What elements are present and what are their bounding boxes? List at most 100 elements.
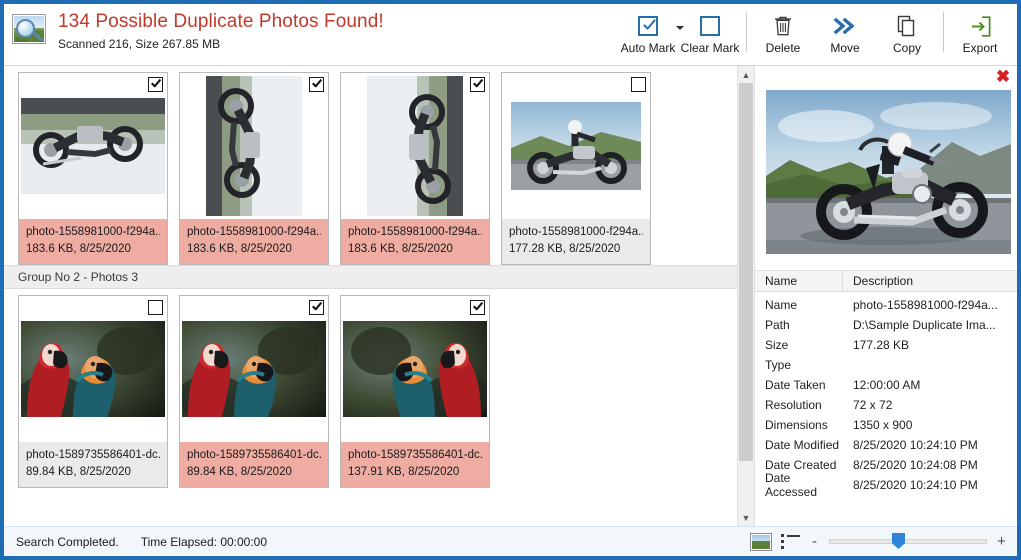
scrollbar-thumb[interactable]: [739, 83, 753, 461]
photo-card[interactable]: photo-1589735586401-dc... 137.91 KB, 8/2…: [340, 295, 490, 488]
thumbnail-image: [206, 76, 302, 216]
zoom-in-button[interactable]: +: [996, 533, 1007, 550]
zoom-out-button[interactable]: -: [809, 533, 820, 550]
table-row: Date Modified 8/25/2020 10:24:10 PM: [755, 435, 1021, 455]
group-row-1: photo-1558981000-f294a... 183.6 KB, 8/25…: [4, 66, 737, 265]
toolbar: Auto Mark Clear Mark Delete: [617, 4, 1017, 66]
mark-checkbox[interactable]: [631, 77, 646, 92]
detail-value: 8/25/2020 10:24:10 PM: [843, 478, 1021, 492]
detail-key: Resolution: [755, 398, 843, 412]
group-header-label: Group No 2 - Photos 3: [18, 270, 138, 284]
page-title: 134 Possible Duplicate Photos Found!: [58, 11, 384, 33]
photo-meta: 89.84 KB, 8/25/2020: [26, 464, 160, 481]
details-panel-topbar: ✖: [755, 66, 1021, 88]
copy-label: Copy: [893, 41, 921, 55]
thumbnail-container: [19, 73, 167, 219]
detail-value: 8/25/2020 10:24:10 PM: [843, 438, 1021, 452]
thumbnail-container: [180, 296, 328, 442]
photo-card[interactable]: photo-1558981000-f294a... 183.6 KB, 8/25…: [18, 72, 168, 265]
checked-square-icon: [638, 12, 658, 40]
photo-name: photo-1558981000-f294a...: [509, 224, 643, 241]
duplicate-photo-finder-window: 134 Possible Duplicate Photos Found! Sca…: [0, 0, 1021, 560]
duplicate-groups-pane: photo-1558981000-f294a... 183.6 KB, 8/25…: [4, 66, 754, 526]
list-view-icon[interactable]: [781, 535, 800, 549]
photo-card[interactable]: photo-1589735586401-dc... 89.84 KB, 8/25…: [18, 295, 168, 488]
thumbnail-image: [343, 321, 487, 417]
photo-card[interactable]: photo-1558981000-f294a... 177.28 KB, 8/2…: [501, 72, 651, 265]
auto-mark-button[interactable]: Auto Mark: [617, 10, 679, 55]
zoom-slider-thumb[interactable]: [892, 533, 905, 549]
thumbnail-image: [21, 98, 165, 194]
empty-square-icon: [700, 12, 720, 40]
photo-meta: 89.84 KB, 8/25/2020: [187, 464, 321, 481]
detail-key: Date Created: [755, 458, 843, 472]
move-button[interactable]: Move: [814, 10, 876, 55]
toolbar-divider: [746, 12, 747, 52]
mark-checkbox[interactable]: [309, 77, 324, 92]
preview-image-container: [765, 88, 1012, 256]
header-text-block: 134 Possible Duplicate Photos Found! Sca…: [58, 11, 384, 51]
group-row-2: photo-1589735586401-dc... 89.84 KB, 8/25…: [4, 289, 737, 488]
thumbnail-view-icon[interactable]: [750, 533, 772, 551]
photo-card[interactable]: photo-1558981000-f294a... 183.6 KB, 8/25…: [340, 72, 490, 265]
auto-mark-label: Auto Mark: [621, 41, 676, 55]
table-row: Date Taken 12:00:00 AM: [755, 375, 1021, 395]
thumbnail-container: [341, 296, 489, 442]
export-button[interactable]: Export: [949, 10, 1011, 55]
photo-meta: 177.28 KB, 8/25/2020: [509, 241, 643, 258]
preview-image: [766, 90, 1011, 254]
zoom-slider[interactable]: [829, 539, 987, 544]
clear-mark-label: Clear Mark: [681, 41, 740, 55]
photo-label: photo-1589735586401-dc... 89.84 KB, 8/25…: [19, 442, 167, 487]
table-row: Path D:\Sample Duplicate Ima...: [755, 315, 1021, 335]
thumbnail-container: [341, 73, 489, 219]
clear-mark-button[interactable]: Clear Mark: [679, 10, 741, 55]
detail-key: Path: [755, 318, 843, 332]
mark-checkbox[interactable]: [148, 77, 163, 92]
photo-card[interactable]: photo-1589735586401-dc... 89.84 KB, 8/25…: [179, 295, 329, 488]
photo-name: photo-1589735586401-dc...: [26, 447, 160, 464]
details-panel: ✖: [754, 66, 1021, 526]
delete-button[interactable]: Delete: [752, 10, 814, 55]
details-col-description[interactable]: Description: [843, 270, 1021, 292]
detail-value: 177.28 KB: [843, 338, 1021, 352]
table-row: Resolution 72 x 72: [755, 395, 1021, 415]
detail-value: 12:00:00 AM: [843, 378, 1021, 392]
groups-scrollbar[interactable]: ▲ ▼: [737, 66, 754, 526]
close-icon[interactable]: ✖: [994, 68, 1012, 86]
group-header: Group No 2 - Photos 3: [4, 265, 737, 289]
delete-label: Delete: [766, 41, 801, 55]
copy-button[interactable]: Copy: [876, 10, 938, 55]
photo-meta: 183.6 KB, 8/25/2020: [187, 241, 321, 258]
detail-value: 8/25/2020 10:24:08 PM: [843, 458, 1021, 472]
detail-value: 72 x 72: [843, 398, 1021, 412]
detail-key: Type: [755, 358, 843, 372]
detail-key: Date Modified: [755, 438, 843, 452]
photo-label: photo-1558981000-f294a... 177.28 KB, 8/2…: [502, 219, 650, 264]
thumbnail-container: [19, 296, 167, 442]
thumbnail-image: [511, 102, 641, 190]
details-col-name[interactable]: Name: [755, 270, 843, 292]
mark-checkbox[interactable]: [470, 77, 485, 92]
detail-key: Size: [755, 338, 843, 352]
photo-card[interactable]: photo-1558981000-f294a... 183.6 KB, 8/25…: [179, 72, 329, 265]
details-table-body: Name photo-1558981000-f294a... Path D:\S…: [755, 292, 1021, 495]
thumbnail-image: [21, 321, 165, 417]
groups-scroll-region: photo-1558981000-f294a... 183.6 KB, 8/25…: [4, 66, 737, 526]
export-arrow-icon: [970, 12, 991, 40]
detail-key: Date Taken: [755, 378, 843, 392]
view-controls: - +: [750, 533, 1017, 551]
mark-checkbox[interactable]: [309, 300, 324, 315]
mark-checkbox[interactable]: [470, 300, 485, 315]
table-row: Type: [755, 355, 1021, 375]
photo-label: photo-1589735586401-dc... 89.84 KB, 8/25…: [180, 442, 328, 487]
scroll-up-arrow[interactable]: ▲: [738, 66, 754, 83]
toolbar-divider-2: [943, 12, 944, 52]
scroll-down-arrow[interactable]: ▼: [738, 509, 754, 526]
thumbnail-image: [182, 321, 326, 417]
detail-value: 1350 x 900: [843, 418, 1021, 432]
photo-label: photo-1558981000-f294a... 183.6 KB, 8/25…: [19, 219, 167, 264]
mark-checkbox[interactable]: [148, 300, 163, 315]
photo-name: photo-1558981000-f294a...: [26, 224, 160, 241]
detail-key: Name: [755, 298, 843, 312]
